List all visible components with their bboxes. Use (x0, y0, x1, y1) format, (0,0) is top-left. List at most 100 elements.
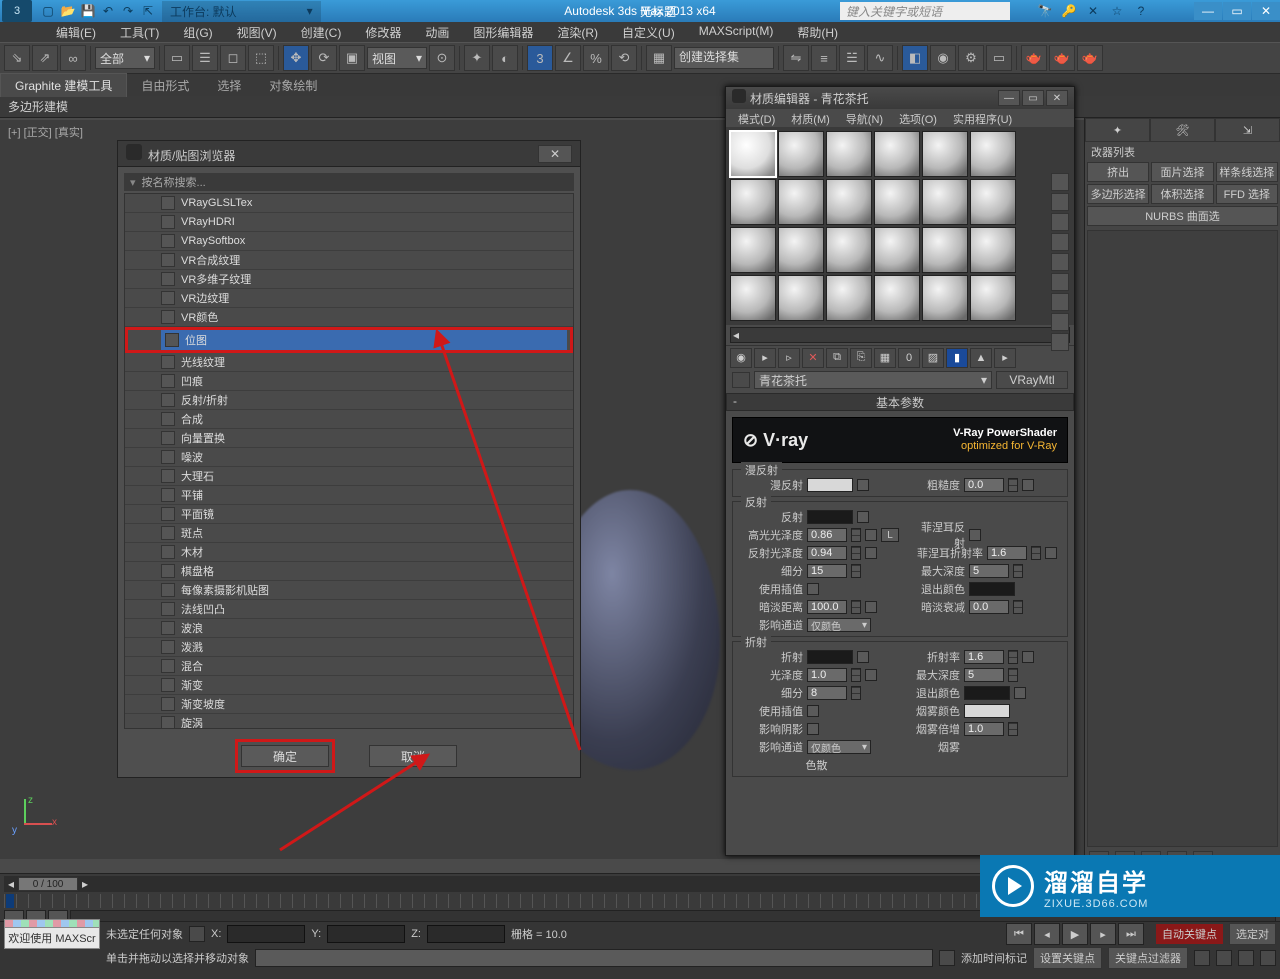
roughness-map-checkbox[interactable] (1022, 479, 1034, 491)
ribbon-panel-label[interactable]: 多边形建模 (0, 96, 1280, 118)
sample-slot[interactable] (922, 275, 968, 321)
list-item[interactable]: 光线纹理 (125, 353, 573, 372)
sample-slot[interactable] (730, 179, 776, 225)
cmd-tab-modify[interactable]: 🛠 (1150, 118, 1215, 142)
named-selection-input[interactable]: 创建选择集 (674, 47, 774, 69)
bind-icon[interactable]: ∞ (60, 45, 86, 71)
list-item[interactable]: 法线凹凸 (125, 600, 573, 619)
list-item[interactable]: 木材 (125, 543, 573, 562)
me-close-button[interactable]: ✕ (1046, 90, 1068, 106)
key-icon[interactable]: 🔑 (1060, 2, 1078, 20)
me-maximize-button[interactable]: ▭ (1022, 90, 1044, 106)
lock-selection-icon[interactable] (189, 926, 205, 942)
snap-icon[interactable]: 3 (527, 45, 553, 71)
cmd-tab-hierarchy[interactable]: ⇲ (1215, 118, 1280, 142)
menu-rendering[interactable]: 渲染(R) (545, 22, 610, 42)
sample-slot[interactable] (922, 131, 968, 177)
list-item[interactable]: VRaySoftbox (125, 232, 573, 251)
menu-edit[interactable]: 编辑(E) (44, 22, 108, 42)
refr-exit-swatch[interactable] (964, 686, 1010, 700)
put-to-lib-icon[interactable]: ▦ (874, 348, 896, 368)
app-icon[interactable]: 3 (2, 0, 32, 22)
sample-slot[interactable] (970, 131, 1016, 177)
make-preview-icon[interactable] (1051, 273, 1069, 291)
cmd-btn-nurbs[interactable]: NURBS 曲面选 (1087, 206, 1278, 226)
list-item[interactable]: VRayGLSLTex (125, 194, 573, 213)
list-item[interactable]: 反射/折射 (125, 391, 573, 410)
manipulate-icon[interactable]: ✦ (464, 45, 490, 71)
cmd-btn-extrude[interactable]: 挤出 (1087, 162, 1149, 182)
cmd-tab-create[interactable]: ✦ (1085, 118, 1150, 142)
list-item[interactable]: 渐变 (125, 676, 573, 695)
me-menu-mode[interactable]: 模式(D) (732, 111, 781, 125)
diffuse-swatch[interactable] (807, 478, 853, 492)
goto-start-icon[interactable]: ⏮ (1006, 923, 1032, 945)
y-field[interactable] (327, 925, 405, 943)
menu-grapheditors[interactable]: 图形编辑器 (461, 22, 545, 42)
menu-tools[interactable]: 工具(T) (108, 22, 171, 42)
play-icon[interactable]: ▶ (1062, 923, 1088, 945)
list-item[interactable]: 平面镜 (125, 505, 573, 524)
select-name-icon[interactable]: ☰ (192, 45, 218, 71)
select-rect-icon[interactable]: ◻ (220, 45, 246, 71)
refl-interp-checkbox[interactable] (807, 583, 819, 595)
sample-uv-icon[interactable] (1051, 233, 1069, 251)
star-icon[interactable]: ☆ (1108, 2, 1126, 20)
pick-material-icon[interactable] (732, 372, 750, 388)
cmd-btn-volsel[interactable]: 体积选择 (1151, 184, 1213, 204)
layers-icon[interactable]: ☱ (839, 45, 865, 71)
refr-glossy-spinner[interactable]: 1.0 (807, 668, 847, 682)
render-icon[interactable]: 🫖 (1077, 45, 1103, 71)
assign-icon[interactable]: ▹ (778, 348, 800, 368)
fresnel-ior-spinner[interactable]: 1.6 (987, 546, 1027, 560)
z-field[interactable] (427, 925, 505, 943)
menu-maxscript[interactable]: MAXScript(M) (687, 22, 786, 42)
sample-slot[interactable] (826, 131, 872, 177)
slider-next-icon[interactable]: ▸ (82, 877, 88, 891)
list-item[interactable]: 每像素摄影机贴图 (125, 581, 573, 600)
refl-exit-swatch[interactable] (969, 582, 1015, 596)
angle-snap-icon[interactable]: ∠ (555, 45, 581, 71)
setkey-button[interactable]: 设置关键点 (1033, 947, 1102, 969)
refcoord-dropdown[interactable]: 视图▾ (367, 47, 427, 69)
menu-customize[interactable]: 自定义(U) (610, 22, 687, 42)
ok-button[interactable]: 确定 (241, 745, 329, 767)
list-item[interactable]: 渐变坡度 (125, 695, 573, 714)
edit-named-sel-icon[interactable]: ▦ (646, 45, 672, 71)
minimize-button[interactable]: — (1194, 2, 1222, 20)
material-name-field[interactable]: 青花茶托▾ (754, 371, 992, 389)
add-time-tag[interactable]: 添加时间标记 (961, 950, 1027, 966)
ribbon-tab-objectpaint[interactable]: 对象绘制 (255, 74, 331, 97)
refr-maxdepth-spinner[interactable]: 5 (964, 668, 1004, 682)
mat-map-nav-icon[interactable] (1051, 333, 1069, 351)
time-tag-icon[interactable] (939, 950, 955, 966)
background-icon[interactable] (1051, 213, 1069, 231)
workspace-dropdown[interactable]: 工作台: 默认▾ (162, 1, 321, 22)
cmd-btn-ffdsel[interactable]: FFD 选择 (1216, 184, 1278, 204)
open-icon[interactable]: 📂 (60, 3, 76, 19)
keymode-icon[interactable]: ◐ (492, 45, 518, 71)
binoculars-icon[interactable]: 🔭 (1036, 2, 1054, 20)
show-map-icon[interactable]: ▨ (922, 348, 944, 368)
render-frame-icon[interactable]: ▭ (986, 45, 1012, 71)
keyfilter-button[interactable]: 关键点过滤器 (1108, 947, 1188, 969)
sample-slot[interactable] (970, 179, 1016, 225)
spinner-snap-icon[interactable]: ⟲ (611, 45, 637, 71)
list-item[interactable]: VRayHDRI (125, 213, 573, 232)
sample-slot[interactable] (826, 179, 872, 225)
sample-slot[interactable] (778, 227, 824, 273)
select-window-icon[interactable]: ⬚ (248, 45, 274, 71)
go-sibling-icon[interactable]: ▸ (994, 348, 1016, 368)
list-item[interactable]: 波浪 (125, 619, 573, 638)
percent-snap-icon[interactable]: % (583, 45, 609, 71)
sample-slot[interactable] (730, 131, 776, 177)
move-icon[interactable]: ✥ (283, 45, 309, 71)
list-item[interactable]: 旋涡 (125, 714, 573, 729)
make-copy-icon[interactable]: ⧉ (826, 348, 848, 368)
sample-slot[interactable] (826, 227, 872, 273)
undo-icon[interactable]: ↶ (100, 3, 116, 19)
fog-mult-spinner[interactable]: 1.0 (964, 722, 1004, 736)
sample-scrollbar[interactable]: ◂▸ (730, 327, 1070, 343)
x-field[interactable] (227, 925, 305, 943)
dim-dist-spinner[interactable]: 100.0 (807, 600, 847, 614)
